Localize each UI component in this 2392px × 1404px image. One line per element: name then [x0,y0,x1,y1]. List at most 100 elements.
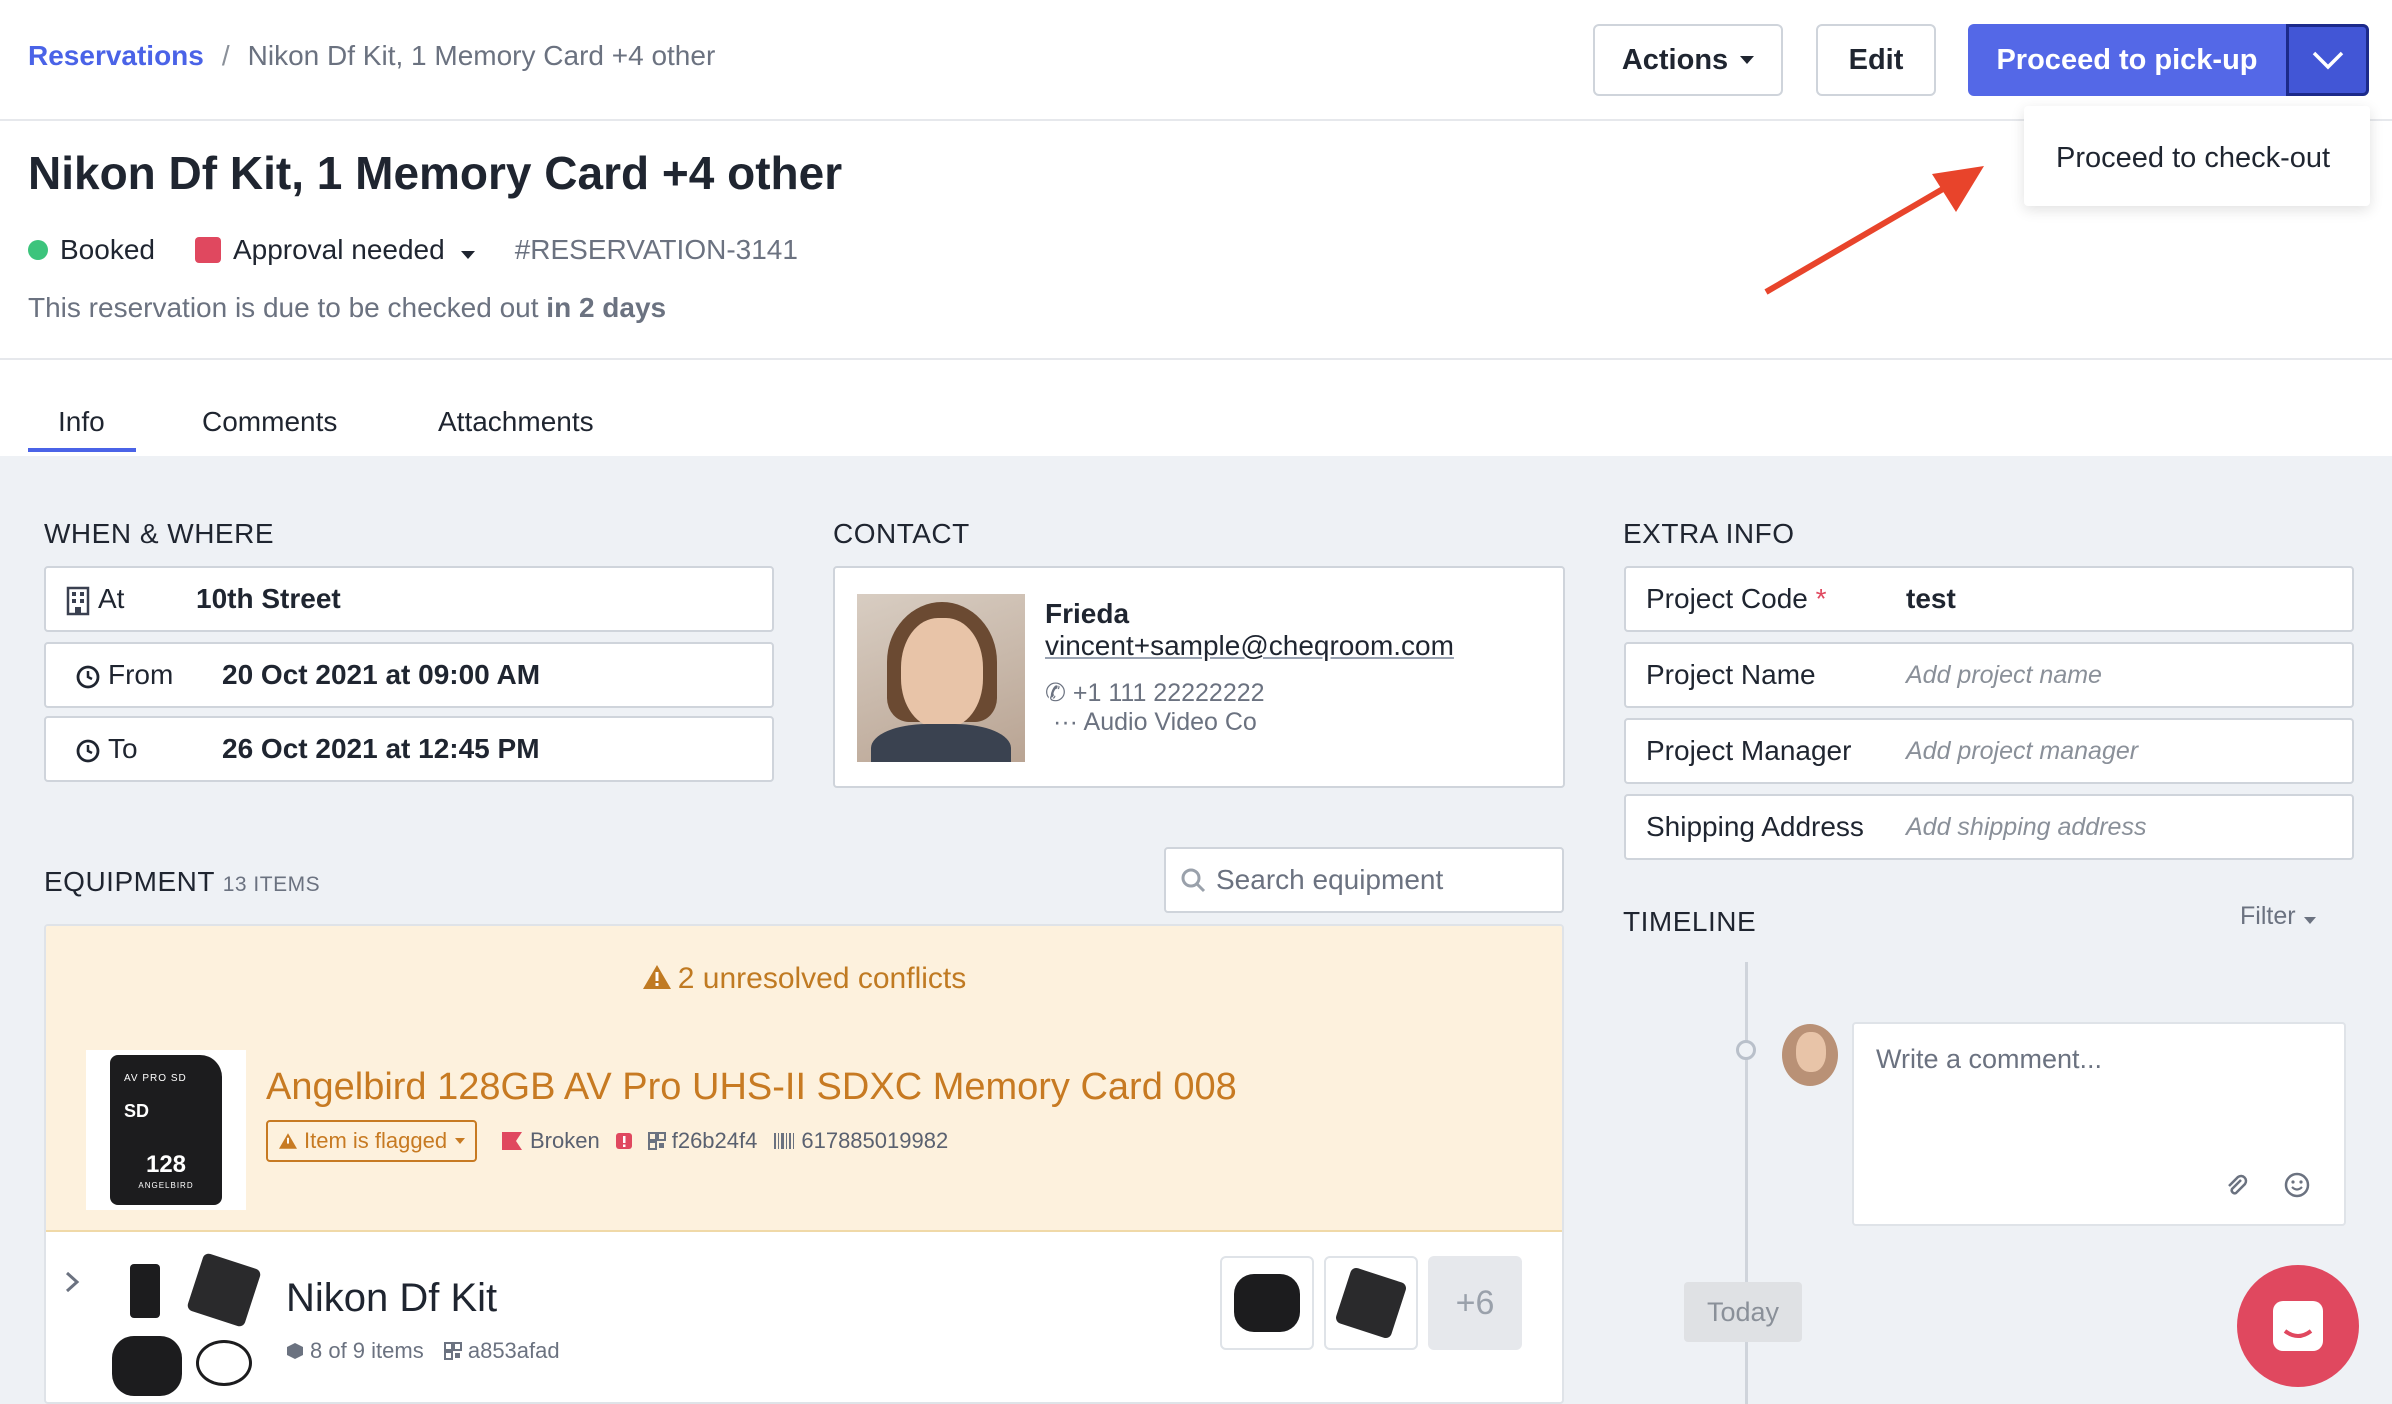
search-equipment-placeholder: Search equipment [1216,864,1444,895]
tab-info[interactable]: Info [58,406,105,438]
today-marker: Today [1684,1282,1802,1342]
item-flagged-dropdown[interactable]: Item is flagged [266,1120,478,1162]
from-date-field[interactable]: From 20 Oct 2021 at 09:00 AM [44,642,774,708]
proceed-dropdown-menu: Proceed to check-out [2024,106,2370,206]
kit-meta: 8 of 9 items a853afad [286,1338,560,1364]
project-manager-placeholder: Add project manager [1906,736,2139,765]
equipment-panel: 2 unresolved conflicts AV PRO SD SD 128 … [44,924,1564,1404]
timeline-dot [1736,1040,1756,1060]
caret-down-icon [2303,917,2316,924]
phone-icon: ✆ [1045,679,1073,707]
extra-info-heading: EXTRA INFO [1623,518,1795,549]
due-message-emphasis: in 2 days [546,292,667,323]
proceed-to-checkout-item[interactable]: Proceed to check-out [2056,142,2330,174]
at-value: 10th Street [196,583,341,614]
required-mark: * [1815,583,1827,614]
breadcrumb: Reservations / Nikon Df Kit, 1 Memory Card… [28,40,715,72]
qr-code-icon [443,1342,462,1360]
qr-code-icon [647,1132,666,1150]
to-label: To [108,733,138,764]
chevron-down-icon [2312,51,2343,70]
contact-phone-value: +1 111 22222222 [1072,679,1265,707]
contact-name: Frieda [1045,598,1130,629]
to-date-field[interactable]: To 26 Oct 2021 at 12:45 PM [44,716,774,782]
shipping-address-placeholder: Add shipping address [1906,812,2147,841]
from-value: 20 Oct 2021 at 09:00 AM [222,659,541,690]
conflict-item-barcode: 617885019982 [801,1128,949,1153]
contact-email-link[interactable]: vincent+sample@cheqroom.com [1045,630,1454,662]
ellipsis-icon: ··· [1053,708,1084,736]
reservation-reference: #RESERVATION-3141 [514,234,798,265]
contact-heading: CONTACT [833,518,970,549]
when-where-heading: WHEN & WHERE [44,518,274,549]
conflicts-heading: 2 unresolved conflicts [46,962,1562,996]
due-message: This reservation is due to be checked ou… [28,292,666,324]
project-manager-field[interactable]: Project Manager Add project manager [1624,718,2354,784]
approval-status-square [194,237,221,263]
project-name-field[interactable]: Project Name Add project name [1624,642,2354,708]
booked-status-label: Booked [60,234,155,265]
building-icon [66,586,90,616]
warning-icon [642,965,671,989]
kit-thumbnail-battery[interactable] [1324,1256,1418,1350]
contact-avatar [857,594,1025,762]
chat-icon [2273,1301,2323,1351]
tab-bar: Info Comments Attachments [0,360,2392,456]
project-code-label-text: Project Code [1646,583,1808,614]
breadcrumb-reservations-link[interactable]: Reservations [28,40,204,71]
item-flagged-label: Item is flagged [304,1128,448,1153]
user-avatar [1782,1024,1838,1086]
edit-button-label: Edit [1848,43,1904,76]
shipping-address-field[interactable]: Shipping Address Add shipping address [1624,794,2354,860]
kit-name-link[interactable]: Nikon Df Kit [286,1276,497,1321]
equipment-title: EQUIPMENT [44,866,215,897]
clock-icon [76,739,100,763]
kit-thumbnail-camera-case[interactable] [1220,1256,1314,1350]
warning-icon [279,1133,297,1149]
project-code-label: Project Code * [1646,583,1827,615]
tab-comments[interactable]: Comments [202,406,337,438]
alert-square-icon [615,1133,632,1149]
proceed-dropdown-toggle[interactable] [2286,24,2369,96]
location-field[interactable]: At 10th Street [44,566,774,632]
equipment-heading: EQUIPMENT 13 ITEMS [44,866,320,898]
paperclip-icon[interactable] [2224,1172,2248,1198]
chevron-right-icon[interactable] [64,1270,80,1294]
comment-placeholder: Write a comment... [1876,1044,2103,1074]
proceed-to-pickup-button[interactable]: Proceed to pick-up [1968,24,2286,96]
contact-phone: ✆ +1 111 22222222 [1045,678,1265,708]
actions-button[interactable]: Actions [1593,24,1783,96]
booked-status-dot [28,240,48,260]
equipment-count: 13 ITEMS [222,873,321,896]
project-code-field[interactable]: Project Code * test [1624,566,2354,632]
box-icon [287,1343,303,1359]
search-equipment-input[interactable]: Search equipment [1164,847,1564,913]
at-label: At [98,583,125,614]
to-value: 26 Oct 2021 at 12:45 PM [222,733,540,764]
contact-card[interactable]: Frieda vincent+sample@cheqroom.com ✆ +1 … [833,566,1565,788]
kit-code: a853afad [467,1338,560,1363]
kit-items-count: 8 of 9 items [310,1338,424,1363]
kit-row[interactable]: Nikon Df Kit 8 of 9 items a853afad +6 [46,1234,1562,1402]
kit-image-collage [102,1252,272,1402]
chat-launcher-button[interactable] [2237,1265,2359,1387]
timeline-filter-label: Filter [2240,902,2296,930]
timeline-heading: TIMELINE [1623,906,1757,937]
conflict-item-name-link[interactable]: Angelbird 128GB AV Pro UHS-II SDXC Memor… [266,1066,1237,1109]
conflicts-section: 2 unresolved conflicts AV PRO SD SD 128 … [46,926,1562,1232]
kit-more-thumbnails[interactable]: +6 [1428,1256,1522,1350]
breadcrumb-current: Nikon Df Kit, 1 Memory Card +4 other [247,40,716,71]
project-code-value: test [1906,583,1956,614]
breadcrumb-separator: / [221,40,230,71]
edit-button[interactable]: Edit [1816,24,1936,96]
timeline-filter-dropdown[interactable]: Filter [2240,902,2316,931]
proceed-to-pickup-label: Proceed to pick-up [1996,43,2258,76]
comment-input[interactable]: Write a comment... [1852,1022,2346,1226]
memory-card-image: AV PRO SD SD 128 ANGELBIRD [86,1050,246,1210]
caret-down-icon [460,251,475,259]
tab-attachments[interactable]: Attachments [438,406,594,438]
emoji-icon[interactable] [2284,1172,2310,1198]
page-title: Nikon Df Kit, 1 Memory Card +4 other [28,147,843,199]
broken-status: Broken [530,1128,600,1153]
approval-status-dropdown[interactable]: Approval needed [233,234,475,266]
